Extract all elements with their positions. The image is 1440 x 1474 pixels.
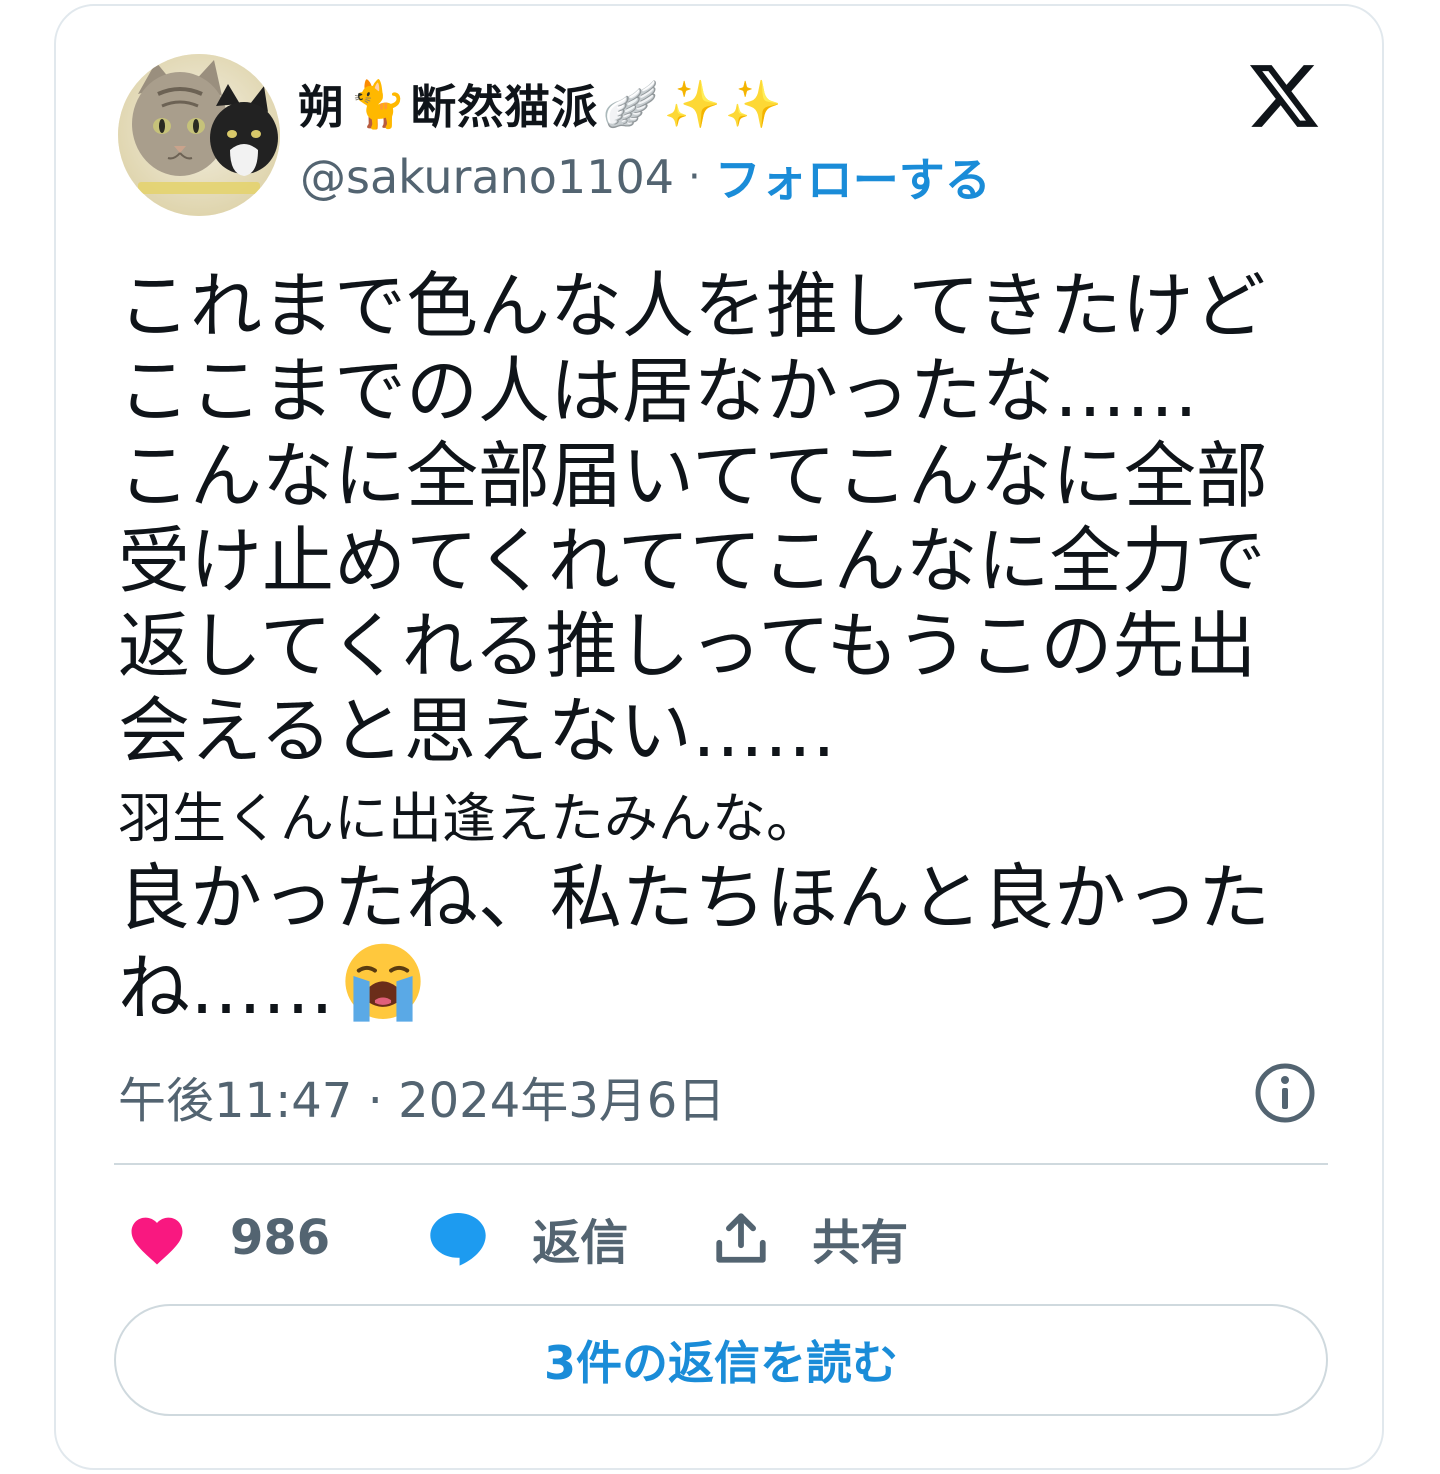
wing-emoji-icon: 🪽: [602, 77, 660, 131]
loudly-crying-face-icon: [345, 943, 421, 1022]
like-count: 986: [230, 1210, 331, 1266]
cat-emoji-icon: 🐈: [349, 77, 407, 131]
tweet-card: 朔 🐈 断然猫派 🪽 ✨ ✨ @sakurano1104 · フォローする これ…: [54, 4, 1384, 1470]
author-name-row[interactable]: 朔 🐈 断然猫派 🪽 ✨ ✨: [298, 64, 782, 144]
action-bar: 986 返信 共有: [126, 1198, 908, 1278]
speech-bubble-icon: [430, 1212, 486, 1266]
avatar[interactable]: [118, 54, 280, 216]
share-upload-icon: [716, 1213, 766, 1263]
display-name-main[interactable]: 断然猫派: [410, 71, 598, 137]
reply-button[interactable]: 返信: [426, 1203, 628, 1273]
sparkles-emoji-icon: ✨: [663, 77, 721, 131]
tweet-body-small-text: 羽生くんに出逢えたみんな。: [118, 787, 820, 850]
follow-button[interactable]: フォローする: [715, 144, 991, 210]
tweet-body-tail: 良かったね、私たちほんと良かったね……: [118, 856, 1328, 1031]
share-button[interactable]: 共有: [712, 1203, 908, 1273]
handle-row: @sakurano1104 · フォローする: [300, 142, 991, 212]
heart-icon: [131, 1217, 183, 1265]
like-button[interactable]: 986: [126, 1210, 330, 1266]
display-name[interactable]: 朔: [298, 71, 345, 137]
cat-photo-icon: [118, 54, 280, 216]
separator-dot: ·: [688, 154, 701, 200]
author-handle[interactable]: @sakurano1104: [300, 150, 674, 204]
info-icon[interactable]: [1254, 1062, 1316, 1124]
x-logo-icon[interactable]: [1246, 58, 1322, 134]
divider: [114, 1163, 1328, 1165]
reply-label: 返信: [532, 1215, 629, 1271]
tweet-timestamp[interactable]: 午後11:47 · 2024年3月6日: [118, 1061, 725, 1131]
read-replies-button[interactable]: 3件の返信を読む: [114, 1304, 1328, 1416]
share-label: 共有: [812, 1215, 909, 1271]
tweet-tail-text: 良かったね、私たちほんと良かったね……: [118, 856, 1271, 1030]
sparkles-emoji-icon-2: ✨: [724, 77, 783, 131]
tweet-body-text: これまで色んな人を推してきたけどここまでの人は居なかったな…… こんなに全部届い…: [118, 264, 1268, 773]
